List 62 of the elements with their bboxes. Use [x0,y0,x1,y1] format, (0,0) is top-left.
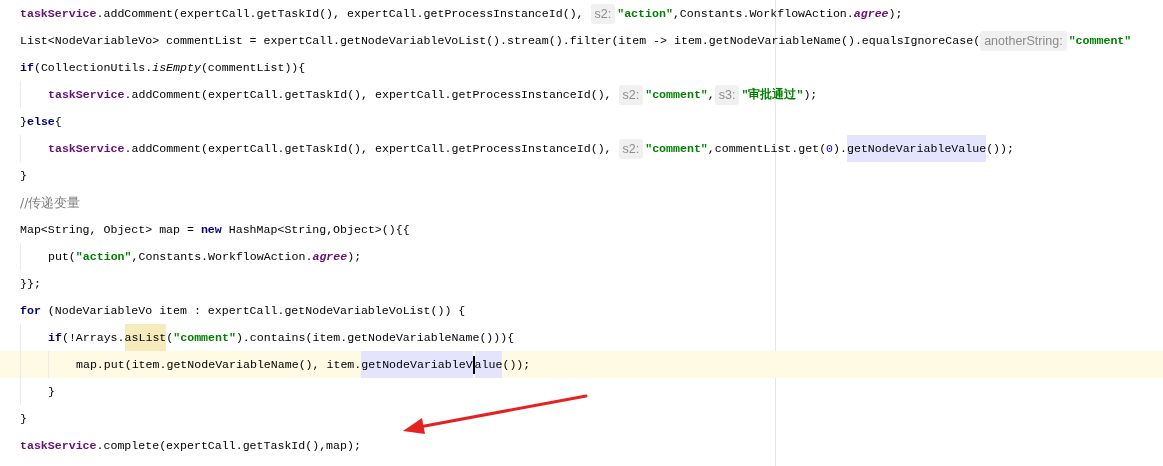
code-text: Map<String, Object> map = [20,221,195,238]
code-text: ); [347,248,362,265]
code-text: (NodeVariableVo item : expertCall.getNodeVariableVoList()) { [46,302,466,319]
code-text: ).contains(item.getNodeVariableName())){ [235,329,515,346]
highlighted-usage: alue [474,351,503,378]
constant-name: agree [853,5,889,22]
code-comment: //传递变量 [20,194,81,211]
code-text: } [20,167,27,184]
keyword: if [48,329,62,346]
code-text: } [48,383,55,400]
code-text: .addComment(expertCall.getTaskId(), expertCall.getProcessInstanceId(), [124,86,613,103]
code-text: .addComment(expertCall.getTaskId(), expertCall.getProcessInstanceId(), [96,5,585,22]
code-text: put( [48,248,76,265]
string-literal: "comment" [645,86,708,103]
highlighted-usage: getNodeVariableValue [847,135,987,162]
field-name: taskService [48,86,125,103]
code-text: ); [803,86,818,103]
code-text: }}; [20,275,41,292]
string-literal: "action" [75,248,132,265]
string-literal: "审批通过" [741,86,804,103]
code-text: ( [166,329,174,346]
parameter-hint: anotherString: [980,30,1067,51]
field-name: taskService [20,437,97,454]
field-name: taskService [48,140,125,157]
code-text: map.put(item.getNodeVariableName(), item. [76,356,362,373]
parameter-hint: s2: [618,84,644,105]
field-name: taskService [20,5,97,22]
keyword: else [26,113,55,130]
code-text: , [707,86,715,103]
code-text: } [20,410,27,427]
keyword: if [20,59,34,76]
highlighted-usage: getNodeVariableV [361,351,473,378]
code-text: ,Constants.WorkflowAction. [672,5,854,22]
string-literal: "comment" [645,140,708,157]
code-text: } [20,113,27,130]
code-text: ). [833,140,847,157]
string-literal: "comment" [1068,32,1132,49]
parameter-hint: s3: [714,84,740,105]
keyword: for [20,302,41,319]
code-text: (CollectionUtils. [33,59,153,76]
code-text: ); [888,5,903,22]
code-text: HashMap<String,Object>(){{ [227,221,410,238]
code-text: ,commentList.get( [707,140,827,157]
keyword: new [200,221,222,238]
parameter-hint: s2: [618,138,644,159]
code-text: .addComment(expertCall.getTaskId(), expertCall.getProcessInstanceId(), [124,140,613,157]
static-method-name: isEmpty [152,59,201,76]
code-text: (commentList)){ [200,59,306,76]
code-text: ()); [986,140,1014,157]
code-text: ,Constants.WorkflowAction. [131,248,313,265]
text-cursor [472,355,475,374]
number-literal: 0 [826,140,834,157]
code-text: .complete(expertCall.getTaskId(),map); [96,437,361,454]
string-literal: "comment" [173,329,236,346]
code-text: { [54,113,62,130]
parameter-hint: s2: [590,3,616,24]
string-literal: "action" [617,5,673,22]
constant-name: agree [312,248,348,265]
code-text: ()); [502,356,531,373]
code-text: (!Arrays. [61,329,125,346]
highlighted-match: asList [124,324,167,351]
code-text: List<NodeVariableVo> commentList = expertCall.getNodeVariableVoList().stream().filter(item -> item.getNodeVariableName().equalsIgnoreCase( [20,32,981,49]
